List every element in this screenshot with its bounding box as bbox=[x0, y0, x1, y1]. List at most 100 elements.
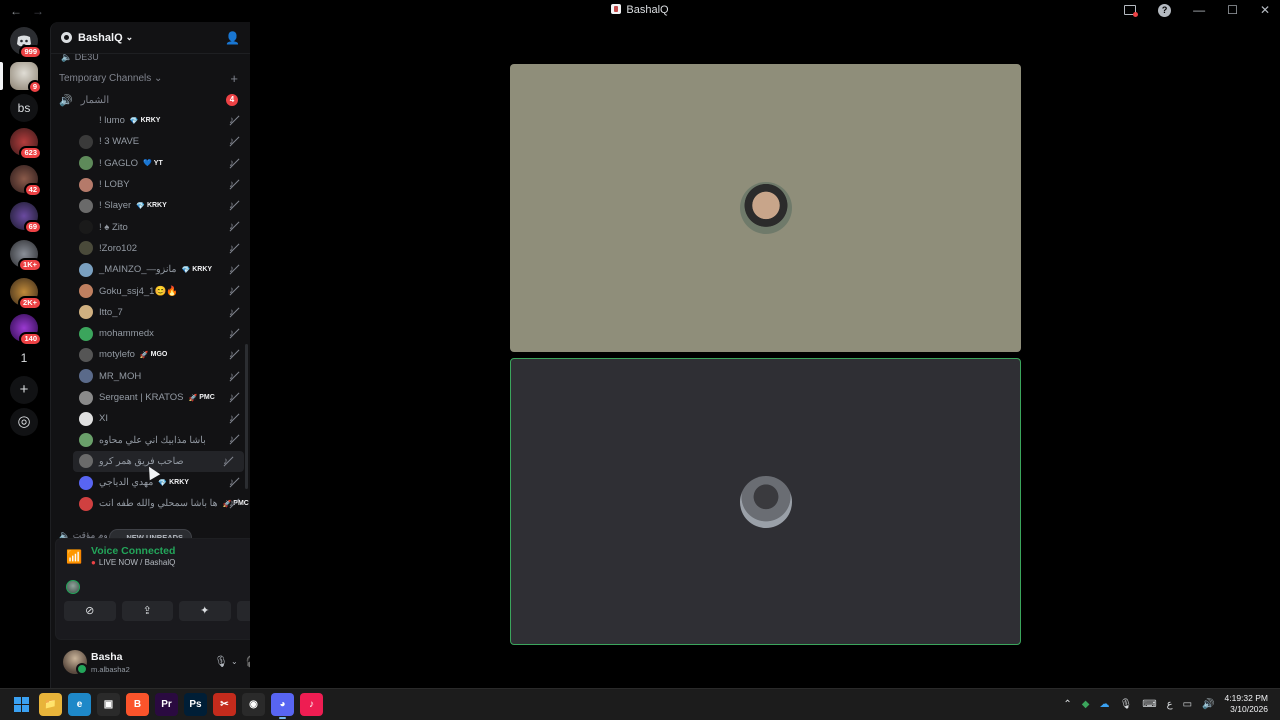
participant-tile[interactable] bbox=[510, 64, 1021, 352]
voice-user-row[interactable]: Itto_7 ♪ bbox=[51, 302, 250, 323]
voice-user-row[interactable]: MR_MOH ♪ bbox=[51, 366, 250, 387]
voice-user-row[interactable]: _MAINZO_—مانزو 💎 KRKY ♪ bbox=[51, 259, 250, 280]
tray-app-icon[interactable]: ◆ bbox=[1082, 699, 1090, 710]
voice-user-row[interactable]: ! GAGLO 💙 YT ♪ bbox=[51, 153, 250, 174]
voice-user-row[interactable]: XI ♪ bbox=[51, 408, 250, 429]
voice-user-row[interactable]: ! LOBY ♪ bbox=[51, 174, 250, 195]
avatar bbox=[79, 220, 93, 235]
category-temporary-channels[interactable]: Temporary Channels ⌄ + bbox=[51, 66, 250, 90]
keyboard-icon[interactable]: ⌨ bbox=[1142, 699, 1156, 710]
voice-sub: ● LIVE NOW / BashalQ bbox=[91, 558, 176, 567]
user-name: ! GAGLO bbox=[99, 157, 139, 169]
voice-user-row[interactable]: ها باشا سمحلي والله طفه انت 🚀 PMC ♪ bbox=[51, 493, 250, 514]
server-badge: 42 bbox=[23, 183, 42, 197]
add-server-icon[interactable]: + bbox=[10, 376, 38, 404]
maximize-button[interactable]: ☐ bbox=[1227, 3, 1238, 17]
clock[interactable]: 4:19:32 PM 3/10/2026 bbox=[1225, 693, 1268, 715]
server-icon[interactable]: 2K+ bbox=[10, 278, 42, 310]
inbox-monitor-icon[interactable] bbox=[1124, 5, 1139, 17]
snip-icon[interactable]: ✂ bbox=[213, 693, 236, 716]
voice-user-row[interactable]: !Zoro102 ♪ bbox=[51, 238, 250, 259]
create-channel-icon[interactable]: + bbox=[230, 71, 238, 86]
voice-channel[interactable]: 🔊 الشمار 4 bbox=[51, 90, 250, 110]
microphone-icon[interactable]: 🎙 bbox=[1120, 699, 1133, 710]
voice-user-row[interactable]: ! Slayer 💎 KRKY ♪ bbox=[51, 195, 250, 216]
microphone-icon[interactable]: 🎙 bbox=[214, 655, 228, 668]
voice-user-row[interactable]: Goku_ssj4_1😊🔥 ♪ bbox=[51, 280, 250, 301]
avatar[interactable] bbox=[63, 650, 88, 675]
edge-icon[interactable]: e bbox=[68, 693, 91, 716]
tag-text: YT bbox=[153, 159, 163, 167]
voice-status[interactable]: Voice Connected bbox=[91, 545, 175, 557]
taskbar: 📁 e ▣ B Pr Ps ✂ ◉ ◕ ♪ ⌃ ◆ ☁ 🎙 ⌨ ع ▭ 🔊 4:19:32 PM … bbox=[0, 688, 1280, 720]
user-tag: 🚀 PMC bbox=[189, 394, 215, 402]
chevron-down-icon[interactable]: ⌄ bbox=[231, 657, 238, 666]
help-icon[interactable]: ? bbox=[1158, 3, 1172, 17]
voice-user-row[interactable]: ! ♠ Zito ♪ bbox=[51, 216, 250, 237]
deafened-icon: ♪ bbox=[229, 136, 240, 147]
server-icon-1[interactable]: 1 bbox=[10, 344, 38, 372]
activities-button[interactable]: ✦ bbox=[179, 601, 231, 621]
premiere-icon[interactable]: Pr bbox=[155, 693, 178, 716]
user-name: mohammedx bbox=[99, 328, 154, 340]
voice-user-row[interactable]: باشا مذابيك اني علي محاوه ♪ bbox=[51, 429, 250, 450]
voice-member-avatar[interactable] bbox=[66, 580, 80, 594]
photoshop-icon[interactable]: Ps bbox=[184, 693, 207, 716]
server-icon[interactable]: 42 bbox=[10, 165, 42, 197]
server-icon-bs[interactable]: bs bbox=[10, 94, 38, 122]
tag-icon: 💎 bbox=[136, 202, 145, 210]
windows-icon[interactable] bbox=[10, 693, 33, 716]
signal-icon[interactable]: 📶 bbox=[66, 549, 82, 565]
tiktok-icon[interactable]: ♪ bbox=[300, 693, 323, 716]
chevron-up-icon[interactable]: ⌃ bbox=[1063, 699, 1071, 710]
avatar bbox=[79, 454, 93, 469]
avatar bbox=[79, 347, 93, 362]
voice-user-row[interactable]: صاحب فريق همر كرو ♪ bbox=[73, 450, 244, 473]
tag-icon: 💎 bbox=[181, 266, 191, 274]
discord-icon[interactable]: ◕ bbox=[271, 693, 294, 719]
brave-icon[interactable]: B bbox=[126, 693, 149, 716]
voice-user-row[interactable]: mohammedx ♪ bbox=[51, 323, 250, 344]
participant-tile-speaking[interactable] bbox=[510, 358, 1021, 645]
voice-user-row[interactable]: Sergeant | KRATOS 🚀 PMC ♪ bbox=[51, 387, 250, 408]
avatar bbox=[79, 284, 93, 299]
server-badge: 69 bbox=[23, 220, 42, 234]
username[interactable]: Basha bbox=[91, 651, 123, 663]
language-indicator[interactable]: ع bbox=[1167, 699, 1173, 710]
minimize-button[interactable]: — bbox=[1193, 3, 1205, 17]
voice-user-row[interactable]: ! lumo 💎 KRKY ♪ bbox=[51, 110, 250, 131]
server-icon[interactable]: 1K+ bbox=[10, 240, 42, 272]
volume-icon[interactable]: 🔊 bbox=[1202, 699, 1214, 710]
soundboard-button[interactable]: ♫ bbox=[236, 601, 250, 621]
user-name: ! LOBY bbox=[99, 179, 130, 191]
deafened-icon: ♪ bbox=[229, 392, 240, 403]
invite-people-icon[interactable]: 👤 bbox=[225, 31, 240, 45]
server-icon-bashalq[interactable]: 9 bbox=[10, 62, 42, 94]
deafened-icon: ♪ bbox=[229, 434, 240, 445]
store-icon[interactable]: ▣ bbox=[97, 693, 120, 716]
channel-item[interactable]: 🔈 DE3U bbox=[51, 54, 250, 66]
tag-icon: 🚀 bbox=[188, 394, 198, 402]
discover-icon[interactable]: ◎ bbox=[10, 408, 38, 436]
user-name: Goku_ssj4_1😊🔥 bbox=[99, 285, 179, 297]
tag-icon: 💎 bbox=[129, 117, 139, 125]
scrollbar[interactable] bbox=[245, 344, 248, 489]
close-button[interactable]: ✕ bbox=[1260, 3, 1270, 17]
server-header[interactable]: BashalQ ⌄ 👤 bbox=[51, 22, 250, 54]
voice-user-row[interactable]: ! 3 WAVE ♪ bbox=[51, 131, 250, 152]
server-icon[interactable]: 69 bbox=[10, 202, 42, 234]
share-screen-button[interactable]: ⇪ bbox=[121, 601, 173, 621]
server-icon[interactable]: 140 bbox=[10, 314, 42, 346]
cloud-icon[interactable]: ☁ bbox=[1100, 699, 1110, 710]
network-icon[interactable]: ▭ bbox=[1183, 699, 1192, 710]
avatar bbox=[79, 411, 93, 426]
user-tag: 💎 KRKY bbox=[181, 266, 212, 274]
user-subtitle: m.albasha2 bbox=[91, 665, 130, 674]
voice-user-row[interactable]: motylefo 🚀 MGO ♪ bbox=[51, 344, 250, 365]
direct-messages-button[interactable]: 999 bbox=[10, 27, 42, 59]
camera-off-button[interactable]: ⊘ bbox=[64, 601, 116, 621]
steam-like-icon[interactable]: ◉ bbox=[242, 693, 265, 716]
server-icon[interactable]: 623 bbox=[10, 128, 42, 160]
file-explorer-icon[interactable]: 📁 bbox=[39, 693, 62, 716]
server-badge: 2K+ bbox=[18, 296, 42, 310]
